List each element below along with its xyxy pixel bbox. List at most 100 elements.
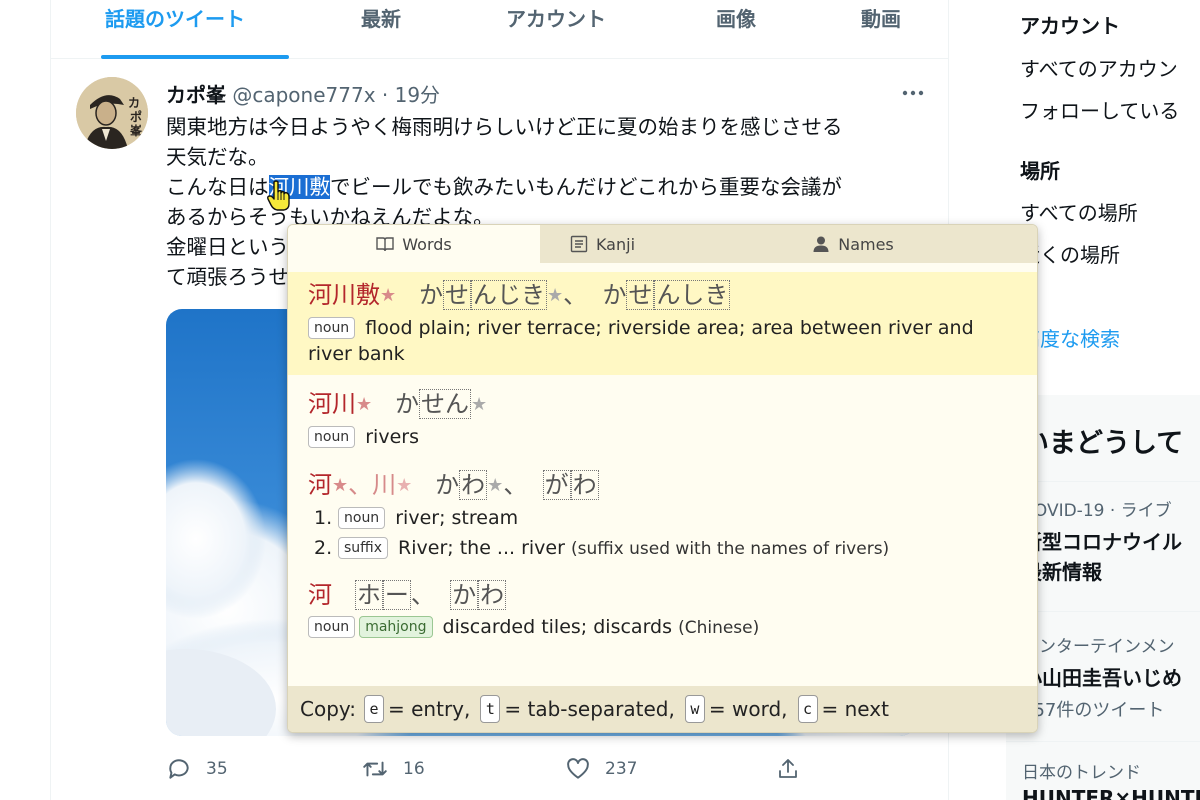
reading-kana: ー [382, 580, 411, 610]
reading-separator: 、 [410, 581, 435, 609]
sense-item: 2. suffix River; the ... river (suffix us… [314, 533, 1019, 564]
kanji-separator: 、 [348, 471, 373, 499]
pos-tag: suffix [338, 537, 388, 559]
tweet-line-part: でビールでも飲みたいもんだけどこれから重要な会議が [330, 175, 842, 199]
copy-key-tab-separated[interactable]: t [480, 695, 501, 723]
copy-shortcuts-bar: Copy: e = entry, t = tab-separated, w = wor… [288, 686, 1037, 732]
tab-top[interactable]: 話題のツイート [71, 0, 289, 59]
like-button[interactable]: 237 [565, 756, 637, 782]
copy-key-entry[interactable]: e [364, 695, 385, 723]
retweet-count: 16 [403, 759, 425, 779]
trend-title: 小山田圭吾いじめ [1022, 666, 1182, 690]
reply-count: 35 [206, 759, 228, 779]
star-icon: ★ [396, 475, 413, 496]
tab-words-label: Words [402, 234, 452, 254]
entry-kanji: 河川敷 [308, 281, 380, 309]
definition-text: rivers [365, 426, 419, 448]
tab-videos-label: 動画 [861, 7, 901, 31]
filter-account-heading: アカウント [1020, 14, 1120, 38]
word-entry[interactable]: 河川★ かせん ★ noun rivers [288, 375, 1037, 458]
display-name[interactable]: カポ峯 [166, 83, 226, 107]
tweet-line: 関東地方は今日ようやく梅雨明けらしいけど正に夏の始まりを感じさせる [166, 115, 843, 139]
sense-item: 1. noun river; stream [314, 503, 1019, 533]
entry-kanji: 河 [308, 471, 332, 499]
tab-photos-label: 画像 [716, 7, 756, 31]
reading-separator: 、 [503, 471, 528, 499]
entry-definition: noun mahjong discarded tiles; discards (C… [308, 614, 1019, 641]
tweet-actions: 35 16 237 [166, 756, 926, 786]
avatar-illustration: カ ポ 峯 [76, 77, 148, 149]
pos-tag: noun [338, 507, 386, 529]
avatar[interactable]: カ ポ 峯 [76, 77, 148, 149]
copy-desc-entry: = entry, [388, 697, 471, 721]
tab-people[interactable]: アカウント [481, 0, 631, 59]
word-entry[interactable]: 河★、川★ かわ ★、 がわ 1. noun river; stream 2. suf… [288, 458, 1037, 572]
pos-tag: noun [308, 317, 356, 339]
names-tab-icon [813, 236, 829, 252]
reading-kana: わ [478, 580, 507, 610]
trend-category: エンターテインメン [1022, 637, 1175, 657]
reading-kana: か [419, 281, 444, 309]
tab-kanji[interactable]: Kanji [540, 225, 665, 263]
filter-place-heading: 場所 [1020, 159, 1060, 183]
star-icon: ★ [471, 394, 488, 415]
svg-text:峯: 峯 [129, 123, 143, 138]
reading-separator: 、 [563, 281, 588, 309]
entry-kanji: 川 [372, 471, 397, 499]
reading-kana: せん [419, 389, 472, 419]
tweet-line: 天気だな。 [166, 145, 269, 169]
reading-kana: ホ [354, 580, 383, 610]
handle-and-time[interactable]: @capone777x · 19分 [232, 83, 440, 107]
entry-reading: がわ [542, 470, 599, 500]
tab-videos[interactable]: 動画 [841, 0, 921, 59]
copy-key-next[interactable]: c [797, 695, 818, 723]
retweet-icon [363, 761, 387, 777]
definition-note: (Chinese) [678, 618, 760, 638]
entry-reading: かわ [450, 580, 507, 610]
copy-key-word[interactable]: w [684, 695, 705, 723]
share-button[interactable] [776, 756, 800, 782]
tab-top-label: 話題のツイート [105, 7, 245, 31]
pos-tag: noun [308, 616, 356, 638]
entry-definition: noun rivers [308, 424, 1019, 450]
reading-kana: わ [570, 470, 599, 500]
reply-button[interactable]: 35 [166, 756, 228, 782]
entry-reading: かわ [435, 470, 488, 500]
sense-text: River; the ... river [398, 537, 565, 559]
entry-headword: 河★、川★ かわ ★、 がわ [308, 468, 1019, 503]
filter-account-following[interactable]: フォローしている [1020, 95, 1179, 124]
copy-desc-tab-separated: = tab-separated, [504, 697, 675, 721]
kanji-tab-icon [570, 235, 588, 253]
entry-reading: ホー [354, 580, 411, 610]
sense-number: 1. [314, 507, 333, 529]
star-icon: ★ [380, 285, 397, 306]
left-gutter [0, 0, 50, 800]
word-entry[interactable]: 河川敷★ かせ んじき ★、 かせ んしき noun flood plain; riv… [288, 272, 1037, 375]
reading-kana: か [450, 580, 479, 610]
star-icon: ★ [547, 285, 564, 306]
word-entry[interactable]: 河 ホー、 かわ noun mahjong discarded tiles; di… [288, 572, 1037, 649]
copy-desc-next: = next [821, 697, 889, 721]
definition-text: discarded tiles; discards [442, 616, 673, 638]
like-count: 237 [605, 759, 638, 779]
star-icon: ★ [487, 475, 504, 496]
trend-item[interactable]: 日本のトレンド HUNTER×HUNTE [1006, 741, 1200, 800]
reading-kana: か [435, 471, 460, 499]
reading-kana: が [542, 470, 571, 500]
hand-cursor-icon [266, 180, 292, 212]
filter-place-all[interactable]: すべての場所 [1020, 197, 1138, 226]
tab-latest[interactable]: 最新 [341, 0, 421, 59]
more-icon[interactable] [901, 83, 925, 103]
reading-kana: か [602, 281, 627, 309]
reading-kana: んじき [471, 280, 548, 310]
popup-tabs: Words Kanji Names [288, 225, 1037, 263]
tweet-line-part: こんな日は [166, 175, 269, 199]
tab-words[interactable]: Words [288, 225, 540, 263]
reading-kana: んしき [654, 280, 731, 310]
entry-headword: 河川敷★ かせ んじき ★、 かせ んしき [308, 278, 1019, 313]
tab-names[interactable]: Names [743, 225, 963, 263]
filter-account-all[interactable]: すべてのアカウン [1020, 53, 1178, 82]
tab-photos[interactable]: 画像 [696, 0, 776, 59]
retweet-button[interactable]: 16 [361, 756, 425, 782]
whats-happening-heading: いまどうして [1022, 428, 1184, 459]
